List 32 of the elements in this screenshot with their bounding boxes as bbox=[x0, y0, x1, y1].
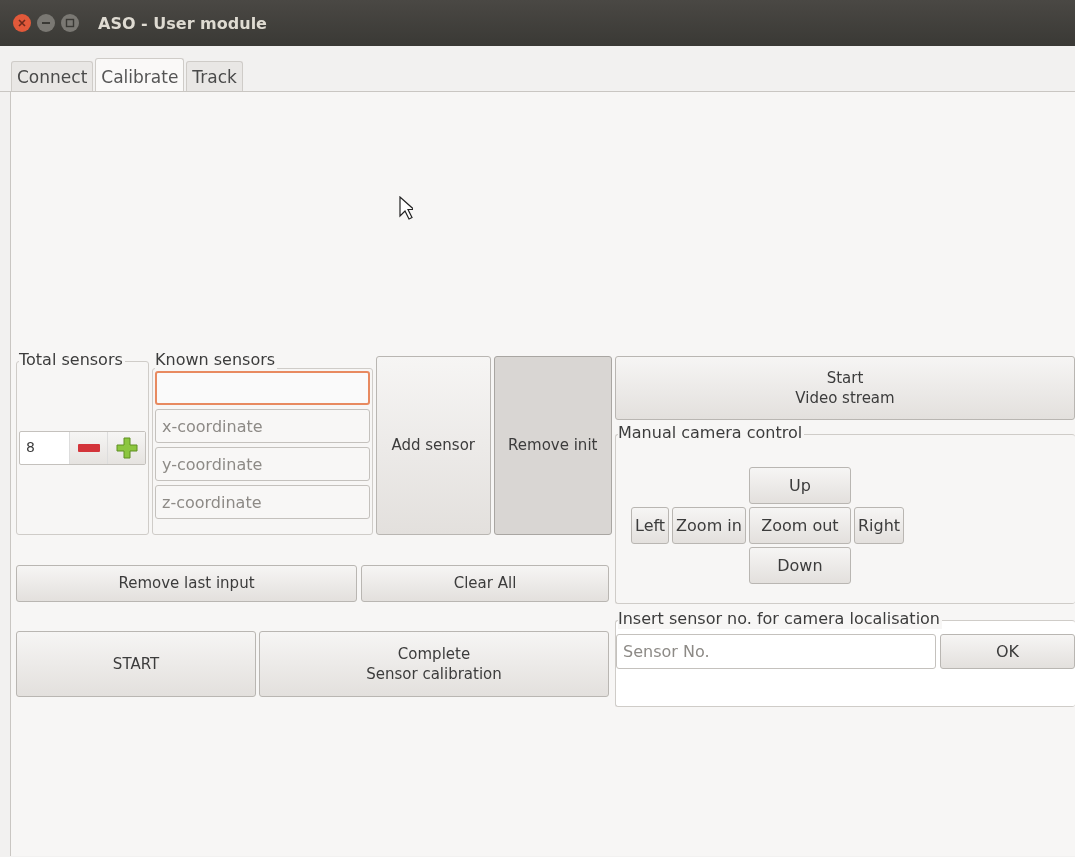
ok-button[interactable]: OK bbox=[940, 634, 1075, 669]
cursor-icon bbox=[399, 196, 413, 220]
group-label: Known sensors bbox=[155, 350, 278, 370]
input-field[interactable]: x-coordinate bbox=[155, 409, 370, 443]
close-icon[interactable] bbox=[12, 13, 32, 33]
left-button[interactable]: Left bbox=[631, 507, 670, 544]
add-sensor-button[interactable]: Add sensor bbox=[376, 356, 491, 535]
down-button[interactable]: Down bbox=[748, 547, 851, 584]
spin-box[interactable]: 8 bbox=[19, 431, 146, 465]
window-title: ASO - User module bbox=[98, 13, 267, 33]
plus-icon[interactable] bbox=[107, 432, 145, 464]
tab[interactable]: Track bbox=[186, 61, 243, 91]
input-field[interactable]: z-coordinate bbox=[155, 485, 370, 519]
input-field[interactable]: y-coordinate bbox=[155, 447, 370, 481]
video-stream-button[interactable]: Start Video stream bbox=[615, 356, 1075, 420]
remove-init-button[interactable]: Remove init bbox=[493, 356, 612, 535]
clear-all-button[interactable]: Clear All bbox=[361, 565, 609, 602]
right-button[interactable]: Right bbox=[853, 507, 905, 544]
up-button[interactable]: Up bbox=[748, 467, 851, 504]
zoom-out-button[interactable]: Zoom out bbox=[748, 507, 851, 544]
input-field[interactable] bbox=[155, 371, 370, 405]
zoom-in-button[interactable]: Zoom in bbox=[672, 507, 746, 544]
tab[interactable]: Connect bbox=[11, 61, 94, 91]
complete-calibration-button[interactable]: Complete Sensor calibration bbox=[259, 631, 609, 697]
minimize-icon[interactable] bbox=[36, 13, 56, 33]
maximize-icon[interactable] bbox=[60, 13, 80, 33]
minus-icon[interactable] bbox=[69, 432, 107, 464]
start-button[interactable]: START bbox=[16, 631, 256, 697]
remove-last-input-button[interactable]: Remove last input bbox=[16, 565, 357, 602]
sensor-number-field[interactable]: Sensor No. bbox=[616, 634, 936, 669]
group-label: Insert sensor no. for camera localisation bbox=[618, 609, 942, 629]
tab[interactable]: Calibrate bbox=[95, 58, 185, 91]
